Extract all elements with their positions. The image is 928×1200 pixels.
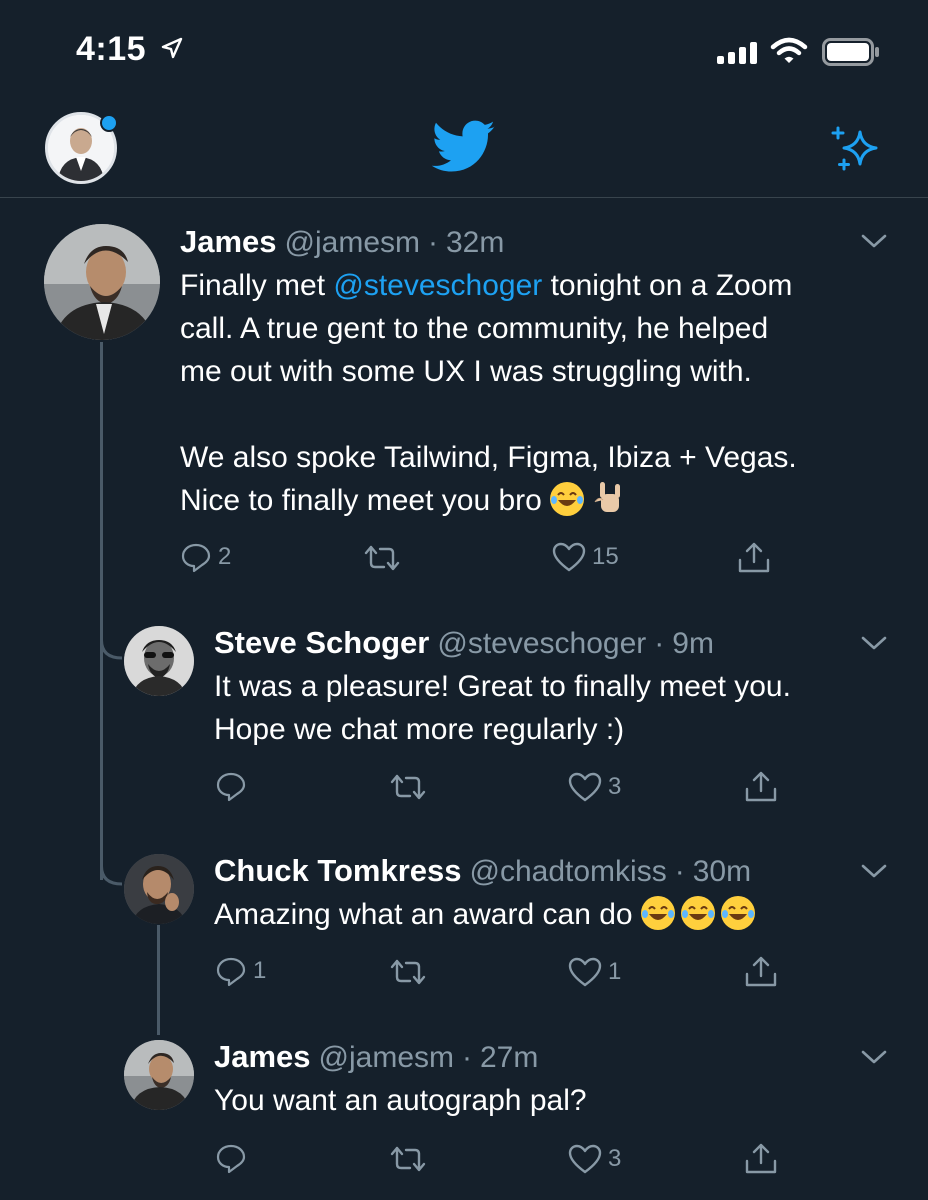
chevron-down-icon[interactable] [860, 862, 888, 880]
retweet-button[interactable] [388, 957, 434, 987]
like-count: 3 [608, 1145, 622, 1172]
tweet-author-handle[interactable]: @jamesm [285, 226, 420, 260]
separator-dot: · [428, 226, 438, 259]
separator-dot: · [674, 855, 685, 888]
tweet-timestamp[interactable]: 9m [672, 627, 714, 661]
like-icon [568, 772, 602, 802]
tweet-text: You want an autograph pal? [214, 1084, 587, 1117]
location-arrow-icon [161, 37, 183, 59]
tweet-text-part: Finally met [180, 269, 334, 302]
like-button[interactable]: 3 [568, 771, 621, 803]
tweet-text: It was a pleasure! Great to finally meet… [214, 670, 791, 746]
like-button[interactable]: 3 [568, 1143, 621, 1175]
tweet-author-name[interactable]: James [180, 224, 277, 260]
tweet-timestamp[interactable]: 30m [693, 855, 751, 889]
tweet-timestamp[interactable]: 27m [480, 1041, 538, 1075]
reply-icon [216, 1144, 246, 1174]
battery-icon [822, 38, 879, 66]
like-count: 1 [608, 958, 622, 985]
thread-connector [100, 640, 123, 660]
avatar[interactable] [124, 1040, 194, 1110]
retweet-icon [364, 545, 400, 571]
tweet-text: Finally met @steveschoger tonight on a Z… [180, 264, 900, 528]
thread-line [100, 342, 103, 880]
reply-icon [216, 772, 246, 802]
status-time: 4:15 [76, 30, 147, 68]
notification-dot [100, 114, 118, 132]
like-icon [568, 957, 602, 987]
tears-of-joy-emoji [680, 896, 715, 930]
avatar[interactable] [124, 854, 194, 924]
tweet-author-handle[interactable]: @jamesm [319, 1041, 454, 1075]
tweet-text-part: Amazing what an award can do [214, 898, 633, 931]
like-count: 3 [608, 773, 622, 800]
like-button[interactable]: 1 [568, 956, 621, 988]
share-icon[interactable] [743, 1141, 779, 1177]
tweet-text: Amazing what an award can do [214, 893, 914, 936]
tweet-author-handle[interactable]: @steveschoger [437, 627, 646, 661]
tweet-timestamp[interactable]: 32m [446, 226, 504, 260]
chevron-down-icon[interactable] [860, 232, 888, 250]
rock-on-emoji [593, 480, 625, 528]
tears-of-joy-emoji [550, 482, 585, 516]
retweet-button[interactable] [388, 1144, 434, 1174]
reply-count: 1 [253, 957, 267, 984]
reply-button[interactable]: 2 [180, 541, 231, 573]
signal-icon [717, 42, 757, 64]
retweet-icon [390, 959, 426, 985]
chevron-down-icon[interactable] [860, 634, 888, 652]
thread-connector [100, 866, 123, 886]
like-icon [552, 542, 586, 572]
share-icon[interactable] [743, 954, 779, 990]
tears-of-joy-emoji [720, 896, 755, 930]
share-icon[interactable] [743, 769, 779, 805]
chevron-down-icon[interactable] [860, 1048, 888, 1066]
tweet-author-handle[interactable]: @chadtomkiss [470, 855, 667, 889]
retweet-button[interactable] [388, 772, 434, 802]
retweet-button[interactable] [362, 543, 408, 573]
reply-icon [181, 543, 211, 573]
sparkle-icon[interactable] [830, 124, 886, 174]
reply-button[interactable]: 1 [215, 955, 266, 987]
retweet-icon [390, 1146, 426, 1172]
tweet-author-name[interactable]: Chuck Tomkress [214, 853, 462, 889]
tweet-author-name[interactable]: Steve Schoger [214, 625, 429, 661]
like-button[interactable]: 15 [552, 541, 619, 573]
tears-of-joy-emoji [640, 896, 675, 930]
avatar[interactable] [44, 224, 160, 340]
avatar[interactable] [124, 626, 194, 696]
like-count: 15 [592, 543, 619, 570]
reply-count: 2 [218, 543, 232, 570]
reply-button[interactable] [215, 770, 253, 802]
wifi-icon [770, 37, 808, 63]
reply-button[interactable] [215, 1142, 253, 1174]
like-icon [568, 1144, 602, 1174]
mention-link[interactable]: @steveschoger [333, 269, 542, 302]
twitter-bird-icon[interactable] [432, 120, 496, 174]
retweet-icon [390, 774, 426, 800]
tweet-author-name[interactable]: James [214, 1039, 311, 1075]
separator-dot: · [654, 627, 665, 660]
thread-line [157, 925, 160, 1035]
tweet-text-part: tonight on a Zoom call. A true gent to t… [180, 269, 797, 517]
share-icon[interactable] [736, 540, 772, 576]
header-divider [0, 197, 928, 198]
reply-icon [216, 957, 246, 987]
separator-dot: · [462, 1041, 472, 1074]
